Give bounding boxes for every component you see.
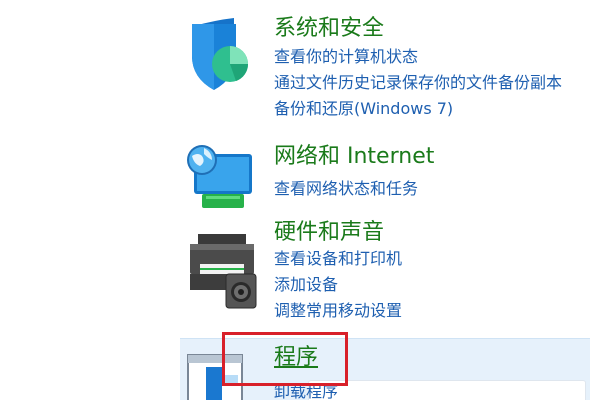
link-view-computer-status[interactable]: 查看你的计算机状态 <box>274 44 562 70</box>
category-links: 查看你的计算机状态 通过文件历史记录保存你的文件备份副本 备份和还原(Windo… <box>274 44 562 122</box>
link-add-device[interactable]: 添加设备 <box>274 272 402 298</box>
link-file-history-backup[interactable]: 通过文件历史记录保存你的文件备份副本 <box>274 70 562 96</box>
annotation-highlight-box <box>222 332 348 386</box>
category-hardware-sound: 硬件和声音 查看设备和打印机 添加设备 调整常用移动设置 <box>0 214 590 334</box>
link-backup-restore-win7[interactable]: 备份和还原(Windows 7) <box>274 96 562 122</box>
category-links: 查看设备和打印机 添加设备 调整常用移动设置 <box>274 246 402 324</box>
programs-link-panel <box>308 380 586 400</box>
network-globe-icon[interactable] <box>186 142 256 214</box>
category-title-system-security[interactable]: 系统和安全 <box>274 16 384 42</box>
category-links: 查看网络状态和任务 <box>274 176 418 202</box>
category-system-security: 系统和安全 查看你的计算机状态 通过文件历史记录保存你的文件备份副本 备份和还原… <box>0 0 590 130</box>
category-title-hardware-sound[interactable]: 硬件和声音 <box>274 220 384 246</box>
link-mobility-settings[interactable]: 调整常用移动设置 <box>274 298 402 324</box>
printer-speaker-icon[interactable] <box>186 230 260 314</box>
link-view-network-status[interactable]: 查看网络状态和任务 <box>274 176 418 202</box>
shield-icon[interactable] <box>186 18 252 98</box>
control-panel-category-view: 系统和安全 查看你的计算机状态 通过文件历史记录保存你的文件备份副本 备份和还原… <box>0 0 590 400</box>
link-devices-printers[interactable]: 查看设备和打印机 <box>274 246 402 272</box>
category-title-network-internet[interactable]: 网络和 Internet <box>274 144 434 170</box>
category-network-internet: 网络和 Internet 查看网络状态和任务 <box>0 138 590 212</box>
